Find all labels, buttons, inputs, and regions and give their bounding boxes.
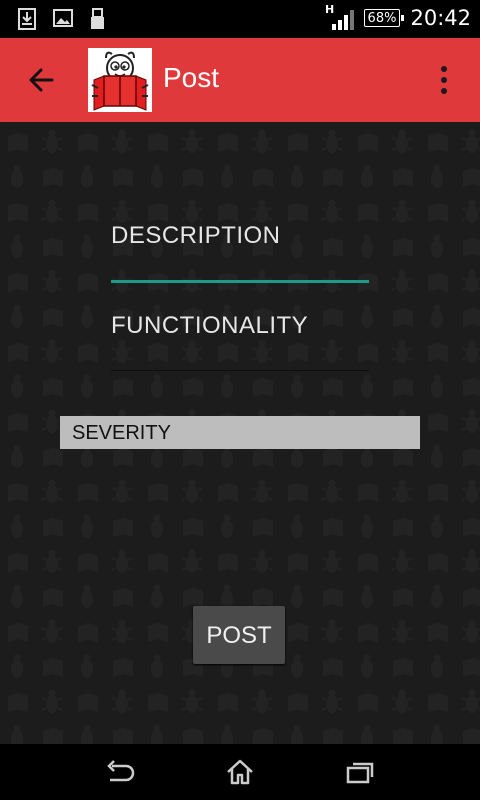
- post-form: DESCRIPTION FUNCTIONALITY SEVERITY POST: [0, 122, 480, 744]
- severity-spinner[interactable]: SEVERITY: [60, 416, 420, 449]
- image-notification-icon: [53, 8, 73, 32]
- signal-icon: [332, 8, 356, 34]
- description-field[interactable]: DESCRIPTION: [111, 222, 369, 284]
- app-bar: Post: [0, 38, 480, 122]
- clock: 20:42: [410, 6, 471, 30]
- overflow-menu-button[interactable]: [430, 66, 458, 96]
- recent-apps-nav-button[interactable]: [344, 758, 376, 786]
- page-title: Post: [163, 62, 220, 93]
- functionality-input[interactable]: FUNCTIONALITY: [111, 312, 369, 340]
- functionality-underline: [111, 370, 369, 371]
- more-vert-icon: [441, 66, 447, 72]
- usb-icon: [90, 8, 106, 34]
- home-icon: [227, 759, 253, 785]
- bug-reading-book-logo: [88, 48, 152, 112]
- back-nav-icon: [107, 760, 135, 782]
- back-button[interactable]: [22, 62, 62, 98]
- app-logo: [88, 48, 152, 112]
- home-nav-button[interactable]: [224, 758, 256, 786]
- download-notification-icon: [18, 8, 36, 34]
- description-underline: [111, 280, 369, 283]
- status-bar: H 68% 20:42: [0, 0, 480, 38]
- arrow-left-icon: [29, 68, 54, 92]
- recent-apps-icon: [346, 762, 374, 784]
- description-input[interactable]: DESCRIPTION: [111, 222, 369, 250]
- functionality-field[interactable]: FUNCTIONALITY: [111, 312, 369, 374]
- navigation-bar: [0, 744, 480, 800]
- back-nav-button[interactable]: [104, 758, 136, 786]
- battery-icon: 68%: [364, 9, 404, 27]
- post-button[interactable]: POST: [193, 606, 285, 664]
